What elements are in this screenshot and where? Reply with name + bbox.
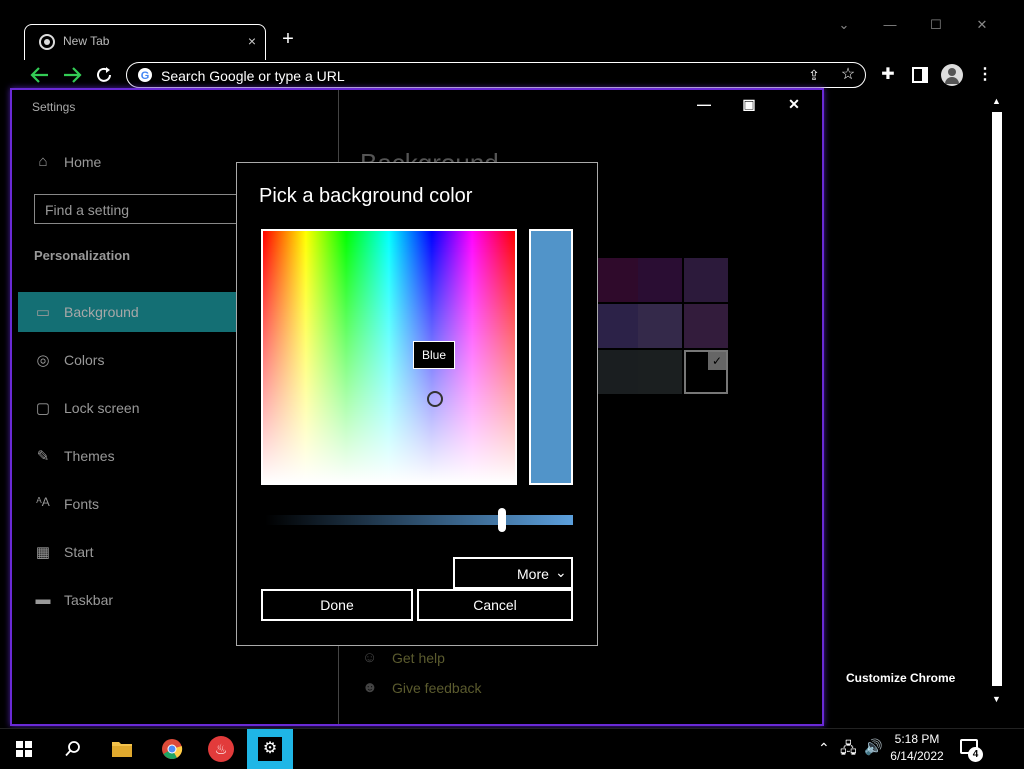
taskbar: ♨ ⚙ ⌃ 🖧 🔊 5:18 PM 6/14/2022 4 [0, 728, 1024, 769]
extensions-icon[interactable]: ✚ [877, 64, 899, 86]
color-swatch[interactable] [684, 304, 728, 348]
feedback-icon: ☻ [362, 679, 378, 696]
color-swatch-selected[interactable]: ✓ [684, 350, 728, 394]
omnibox-placeholder: Search Google or type a URL [161, 68, 345, 84]
taskbar-file-explorer[interactable] [98, 729, 146, 769]
done-button[interactable]: Done [261, 589, 413, 621]
nav-home-label: Home [64, 154, 102, 170]
search-button[interactable] [48, 729, 96, 769]
find-setting-placeholder: Find a setting [45, 202, 130, 218]
tab-new-tab[interactable]: New Tab × [24, 24, 266, 60]
taskbar-clock[interactable]: 5:18 PM 6/14/2022 [884, 731, 950, 765]
checkmark-icon: ✓ [708, 352, 726, 370]
cancel-button[interactable]: Cancel [417, 589, 573, 621]
more-label: More [517, 566, 549, 582]
color-swatch[interactable] [638, 258, 682, 302]
color-swatch[interactable] [684, 258, 728, 302]
clock-time: 5:18 PM [894, 732, 940, 746]
themes-icon: ✎ [36, 448, 50, 465]
more-button[interactable]: More ⌄ [453, 557, 573, 589]
color-picker-dialog: Pick a background color Blue More ⌄ Done… [236, 162, 598, 646]
nav-item-label: Fonts [64, 496, 100, 512]
nav-item-label: Background [64, 304, 139, 320]
minimize-button[interactable]: — [876, 14, 904, 36]
share-icon[interactable]: ⇪ [803, 64, 825, 86]
color-swatch[interactable] [594, 350, 638, 394]
tab-close-icon[interactable]: × [243, 31, 261, 51]
get-help-link[interactable]: Get help [392, 650, 445, 666]
nav-item-label: Lock screen [64, 400, 140, 416]
color-picker-thumb[interactable] [427, 391, 443, 407]
taskbar-settings[interactable]: ⚙ [247, 729, 293, 769]
new-tab-button[interactable]: + [278, 28, 298, 50]
settings-close-button[interactable]: ✕ [782, 96, 806, 116]
settings-window-title: Settings [32, 100, 76, 114]
nav-item-label: Themes [64, 448, 115, 464]
bookmark-star-icon[interactable]: ☆ [837, 64, 859, 86]
color-swatch[interactable] [638, 304, 682, 348]
find-setting-input[interactable]: Find a setting [34, 194, 254, 224]
google-icon: G [138, 68, 152, 82]
scroll-down-icon[interactable]: ▼ [992, 694, 1001, 704]
start-button[interactable] [0, 729, 48, 769]
profile-avatar-icon[interactable] [941, 64, 963, 86]
home-icon: ⌂ [38, 153, 48, 170]
chevron-down-icon: ⌄ [555, 564, 567, 580]
back-arrow-icon[interactable] [30, 66, 50, 84]
settings-minimize-button[interactable]: — [692, 96, 716, 116]
notification-count-badge: 4 [968, 747, 983, 762]
dialog-title: Pick a background color [259, 185, 473, 207]
close-window-button[interactable]: ✕ [968, 14, 996, 36]
color-spectrum[interactable]: Blue [261, 229, 517, 485]
nav-item-label: Taskbar [64, 592, 114, 608]
help-icon: ☺ [362, 649, 378, 666]
give-feedback-link[interactable]: Give feedback [392, 680, 482, 696]
brightness-slider[interactable] [265, 515, 573, 525]
tab-search-icon[interactable]: ⌄ [830, 14, 858, 36]
start-icon: ▦ [35, 544, 51, 561]
svg-text:G: G [141, 70, 150, 82]
settings-maximize-button[interactable]: ▣ [737, 96, 761, 116]
chevron-up-icon[interactable]: ⌃ [818, 740, 830, 757]
scroll-up-icon[interactable]: ▲ [992, 96, 1001, 106]
page-scrollbar[interactable] [992, 112, 1002, 686]
forward-arrow-icon[interactable] [62, 66, 82, 84]
brightness-slider-thumb[interactable] [498, 508, 507, 532]
app-icon: ♨ [208, 736, 234, 762]
omnibox[interactable]: G Search Google or type a URL ⇪ ☆ [126, 62, 866, 88]
side-panel-icon[interactable] [912, 67, 928, 83]
customize-chrome-link[interactable]: Customize Chrome [846, 671, 955, 685]
fonts-icon: ᴬA [36, 495, 50, 509]
color-preview [529, 229, 573, 485]
windows-logo-icon [16, 741, 32, 757]
reload-icon[interactable] [95, 66, 113, 84]
nav-item-label: Colors [64, 352, 105, 368]
chrome-menu-icon[interactable]: ⋮ [974, 64, 996, 86]
taskbar-chrome[interactable] [148, 729, 196, 769]
nav-item-label: Start [64, 544, 94, 560]
chrome-icon [162, 739, 183, 759]
maximize-button[interactable]: ☐ [922, 14, 950, 36]
lock-screen-icon: ▢ [35, 400, 51, 417]
color-swatch[interactable] [594, 304, 638, 348]
volume-icon[interactable]: 🔊 [864, 738, 883, 756]
notification-center-button[interactable]: 4 [960, 737, 984, 762]
color-tooltip: Blue [413, 341, 455, 369]
taskbar-icon: ▬ [35, 591, 51, 608]
palette-icon: ◎ [36, 352, 50, 369]
color-swatch[interactable] [594, 258, 638, 302]
search-icon [65, 741, 80, 757]
network-icon[interactable]: 🖧 [840, 738, 857, 763]
gear-icon: ⚙ [258, 737, 282, 761]
tab-strip: New Tab × + ⌄ — ☐ ✕ [0, 0, 1024, 60]
chrome-favicon-icon [39, 34, 55, 50]
taskbar-app[interactable]: ♨ [198, 729, 246, 769]
picture-icon: ▭ [35, 304, 51, 321]
clock-date: 6/14/2022 [890, 749, 944, 763]
section-label: Personalization [34, 248, 131, 263]
tab-title: New Tab [63, 34, 110, 48]
color-swatch[interactable] [638, 350, 682, 394]
folder-icon [112, 742, 132, 757]
